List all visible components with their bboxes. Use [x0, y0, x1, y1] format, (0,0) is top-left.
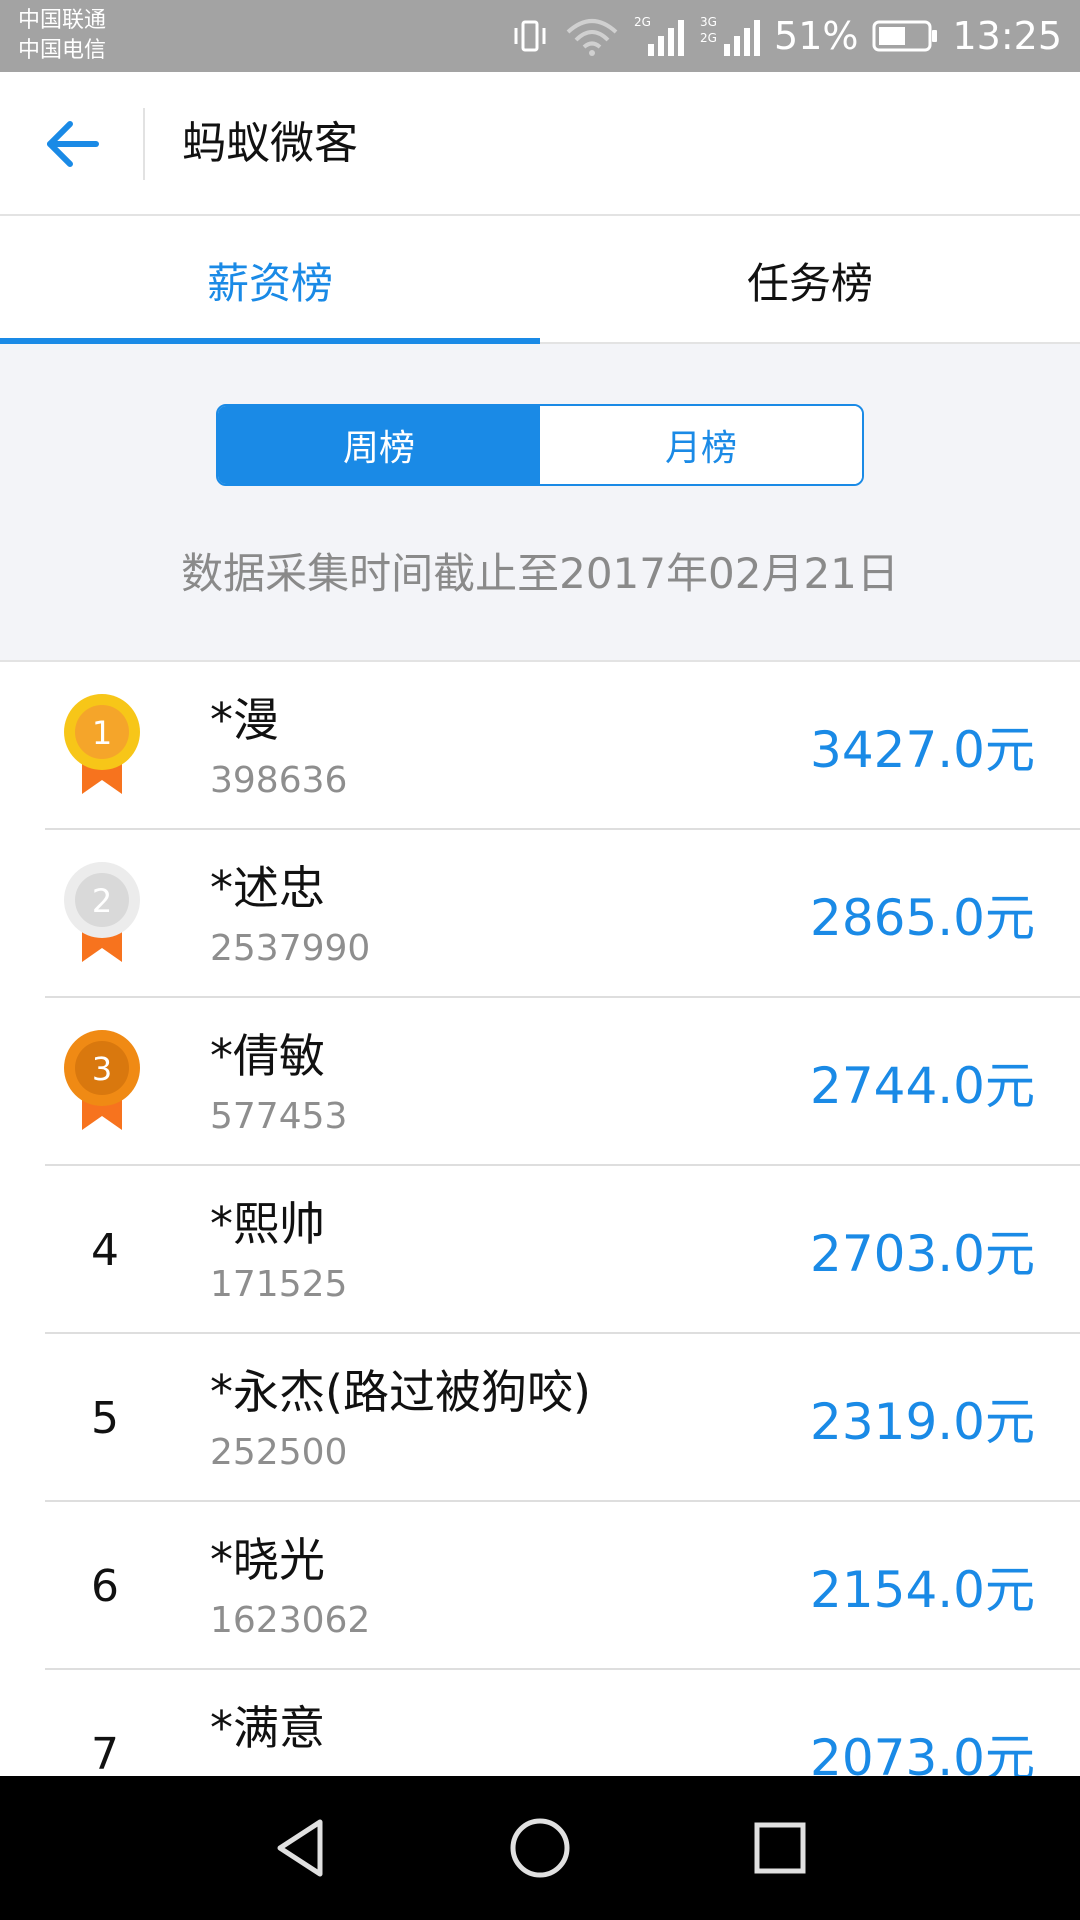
status-icons: 2G 3G 2G 51% 13:25: [510, 0, 1062, 72]
back-button[interactable]: [30, 104, 114, 184]
salary-amount: 2154.0元: [810, 1561, 1035, 1619]
back-triangle-icon: [277, 1819, 323, 1877]
ranking-row[interactable]: 1 *漫 398636 3427.0元: [0, 662, 1080, 830]
user-name: *漫: [210, 693, 279, 747]
home-circle-icon: [510, 1818, 570, 1878]
wifi-icon: [564, 16, 620, 56]
svg-text:2G: 2G: [700, 31, 717, 45]
salary-amount: 3427.0元: [810, 721, 1035, 779]
user-name: *晓光: [210, 1533, 325, 1587]
user-name: *永杰(路过被狗咬): [210, 1365, 591, 1419]
user-id: 171525: [210, 1264, 348, 1305]
user-name: *满意: [210, 1701, 325, 1755]
battery-icon: [872, 19, 938, 53]
silver-medal-icon: 2: [64, 862, 140, 962]
monthly-ranking-button[interactable]: 月榜: [540, 406, 862, 484]
svg-text:3G: 3G: [700, 15, 717, 29]
carriers: 中国联通 中国电信: [18, 6, 106, 66]
battery-percent: 51%: [774, 14, 859, 58]
weekly-ranking-button[interactable]: 周榜: [218, 406, 540, 484]
rank-number: 5: [91, 1392, 119, 1444]
clock: 13:25: [952, 14, 1062, 58]
system-nav-bar: [0, 1776, 1080, 1920]
ranking-row[interactable]: 6 *晓光 1623062 2154.0元: [0, 1502, 1080, 1670]
user-name: *述忠: [210, 861, 325, 915]
user-id: 398636: [210, 760, 348, 801]
ranking-row[interactable]: 3 *倩敏 577453 2744.0元: [0, 998, 1080, 1166]
tab-task-ranking[interactable]: 任务榜: [540, 216, 1080, 344]
nav-home-button[interactable]: [495, 1808, 585, 1888]
user-id: 252500: [210, 1432, 348, 1473]
tab-bar: 薪资榜 任务榜: [0, 216, 1080, 344]
gold-medal-icon: 1: [64, 694, 140, 794]
app-bar-divider: [143, 108, 145, 180]
carrier-1: 中国联通: [18, 8, 107, 33]
salary-amount: 2744.0元: [810, 1057, 1035, 1115]
data-cutoff-date: 数据采集时间截止至2017年02月21日: [181, 549, 899, 598]
salary-amount: 2865.0元: [810, 889, 1035, 947]
ranking-row[interactable]: 2 *述忠 2537990 2865.0元: [0, 830, 1080, 998]
carrier-2: 中国电信: [18, 38, 107, 63]
salary-amount: 2319.0元: [810, 1393, 1035, 1451]
ranking-row[interactable]: 5 *永杰(路过被狗咬) 252500 2319.0元: [0, 1334, 1080, 1502]
period-toggle: 周榜 月榜: [216, 404, 864, 486]
screen: 中国联通 中国电信 2G 3G 2G 51% 13:25 蚂蚁微客 薪资榜 任务…: [0, 0, 1080, 1920]
user-id: 2537990: [210, 928, 371, 969]
signal-3g-2g-icon: 3G 2G: [700, 14, 761, 58]
app-bar: 蚂蚁微客: [0, 72, 1080, 216]
tab-salary-ranking[interactable]: 薪资榜: [0, 216, 540, 344]
rank-number: 6: [91, 1560, 119, 1612]
arrow-left-icon: [47, 121, 99, 167]
filter-panel: 周榜 月榜 数据采集时间截止至2017年02月21日: [0, 344, 1080, 662]
user-id: 1623062: [210, 1600, 371, 1641]
vibrate-icon: [510, 16, 550, 56]
svg-text:2G: 2G: [634, 15, 651, 29]
user-name: *熙帅: [210, 1197, 325, 1251]
user-name: *倩敏: [210, 1029, 325, 1083]
salary-amount: 2703.0元: [810, 1225, 1035, 1283]
user-id: 577453: [210, 1096, 348, 1137]
recent-square-icon: [754, 1822, 806, 1874]
rank-number: 3: [92, 1050, 112, 1088]
ranking-list: 1 *漫 398636 3427.0元 2 *述忠 2537990 2865.0…: [0, 662, 1080, 1838]
page-title: 蚂蚁微客: [182, 118, 358, 169]
rank-number: 2: [92, 882, 112, 920]
rank-number: 1: [92, 714, 112, 752]
status-bar: 中国联通 中国电信 2G 3G 2G 51% 13:25: [0, 0, 1080, 72]
rank-number: 4: [91, 1224, 119, 1276]
nav-back-button[interactable]: [255, 1808, 345, 1888]
nav-recent-button[interactable]: [735, 1808, 825, 1888]
ranking-row[interactable]: 4 *熙帅 171525 2703.0元: [0, 1166, 1080, 1334]
signal-2g-icon: 2G: [634, 14, 686, 58]
bronze-medal-icon: 3: [64, 1030, 140, 1130]
